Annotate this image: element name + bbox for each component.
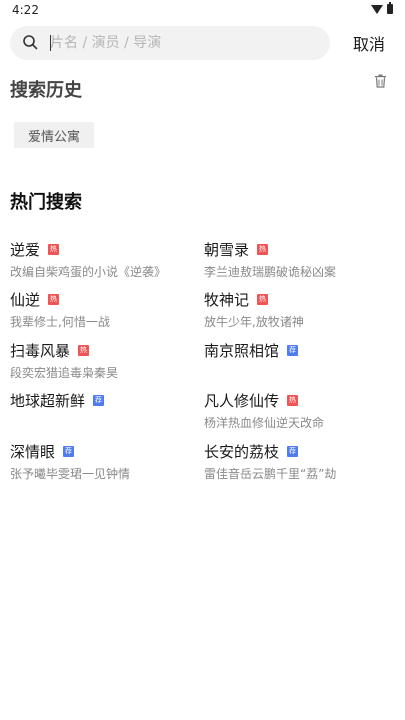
recommend-badge: 荐: [63, 445, 75, 457]
hot-item-name: 牧神记: [204, 290, 250, 309]
hot-item[interactable]: 牧神记热 放牛少年,放牧诸神: [204, 288, 394, 330]
hot-item-desc: 雷佳音岳云鹏千里“荔”劫: [204, 467, 337, 481]
hot-title: 热门搜索: [10, 192, 82, 213]
hot-item-name: 南京照相馆: [204, 341, 280, 360]
status-time: 4:22: [12, 3, 39, 17]
hot-badge: 热: [257, 293, 269, 305]
hot-item-desc: 杨洋热血修仙逆天改命: [204, 416, 325, 430]
hot-item[interactable]: 南京照相馆荐: [204, 339, 394, 364]
wifi-icon: [371, 4, 383, 14]
hot-badge: 热: [48, 293, 60, 305]
hot-item[interactable]: 仙逆热 我辈修士,何惜一战: [10, 288, 200, 330]
hot-item-desc: 张予曦毕雯珺一见钟情: [10, 467, 131, 481]
hot-item-desc: 改编自柴鸡蛋的小说《逆袭》: [10, 265, 167, 279]
hot-item-name: 长安的荔枝: [204, 442, 280, 461]
recommend-badge: 荐: [287, 445, 299, 457]
cancel-button[interactable]: 取消: [344, 26, 394, 60]
search-icon: [23, 35, 38, 50]
hot-item-name: 扫毒风暴: [10, 341, 71, 360]
hot-item[interactable]: 凡人修仙传热 杨洋热血修仙逆天改命: [204, 389, 394, 431]
hot-item-desc: 我辈修士,何惜一战: [10, 315, 110, 329]
hot-item[interactable]: 扫毒风暴热 段奕宏猎追毒枭秦昊: [10, 339, 200, 381]
trash-icon[interactable]: [374, 74, 387, 88]
hot-item-name: 地球超新鲜: [10, 391, 86, 410]
search-input[interactable]: [50, 26, 320, 60]
hot-item-desc: 段奕宏猎追毒枭秦昊: [10, 366, 119, 380]
history-title: 搜索历史: [10, 80, 82, 101]
hot-item-name: 深情眼: [10, 442, 56, 461]
hot-badge: 热: [48, 243, 60, 255]
hot-item-name: 朝雪录: [204, 240, 250, 259]
hot-item-name: 仙逆: [10, 290, 41, 309]
hot-item[interactable]: 朝雪录热 李兰迪敖瑞鹏破诡秘凶案: [204, 238, 394, 280]
status-bar: 4:22: [0, 0, 405, 22]
hot-item-desc: 李兰迪敖瑞鹏破诡秘凶案: [204, 265, 337, 279]
search-box[interactable]: [10, 26, 330, 60]
search-screen: 4:22 取消 搜索历史 爱情公寓 热门搜索 逆爱热 改编自柴鸡蛋的小说《逆袭》…: [0, 0, 405, 720]
status-icons: [371, 2, 393, 14]
hot-item[interactable]: 地球超新鲜荐: [10, 389, 200, 414]
hot-item[interactable]: 逆爱热 改编自柴鸡蛋的小说《逆袭》: [10, 238, 200, 280]
text-caret: [50, 35, 51, 51]
history-chip[interactable]: 爱情公寓: [14, 122, 95, 148]
hot-item-name: 凡人修仙传: [204, 391, 280, 410]
hot-badge: 热: [257, 243, 269, 255]
hot-item[interactable]: 深情眼荐 张予曦毕雯珺一见钟情: [10, 440, 200, 482]
hot-badge: 热: [287, 394, 299, 406]
hot-item[interactable]: 长安的荔枝荐 雷佳音岳云鹏千里“荔”劫: [204, 440, 394, 482]
hot-item-name: 逆爱: [10, 240, 41, 259]
hot-item-desc: 放牛少年,放牧诸神: [204, 315, 304, 329]
recommend-badge: 荐: [93, 394, 105, 406]
hot-badge: 热: [78, 344, 90, 356]
recommend-badge: 荐: [287, 344, 299, 356]
battery-icon: [387, 2, 393, 14]
